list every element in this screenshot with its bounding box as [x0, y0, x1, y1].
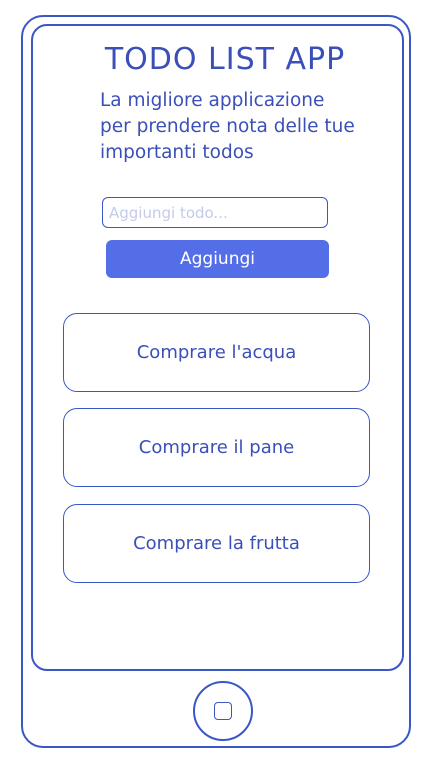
home-square-icon — [214, 702, 232, 720]
home-button[interactable] — [193, 681, 253, 741]
todo-input[interactable] — [102, 197, 328, 228]
todo-item[interactable]: Comprare l'acqua — [63, 313, 370, 392]
page-subtitle: La migliore applicazione per prendere no… — [100, 90, 355, 163]
todo-item[interactable]: Comprare la frutta — [63, 504, 370, 583]
todo-item-label: Comprare l'acqua — [136, 342, 297, 363]
todo-item-label: Comprare la frutta — [133, 533, 300, 554]
page-title: TODO LIST APP — [104, 42, 346, 77]
todo-item-label: Comprare il pane — [138, 437, 295, 458]
todo-item[interactable]: Comprare il pane — [63, 408, 370, 487]
add-todo-button[interactable]: Aggiungi — [106, 240, 329, 278]
